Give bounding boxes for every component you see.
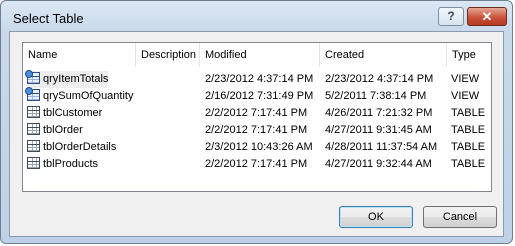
- table-row[interactable]: qryItemTotals 2/23/2012 4:37:14 PM 2/23/20…: [23, 70, 491, 88]
- dialog-body: Name Description Modified Created Type q…: [9, 31, 504, 237]
- table-row[interactable]: tblOrder 2/2/2012 7:17:41 PM 4/27/2011 9:3…: [23, 122, 491, 139]
- row-modified: 2/2/2012 7:17:41 PM: [205, 158, 308, 170]
- table-icon: [27, 106, 40, 118]
- table-row[interactable]: tblProducts 2/2/2012 7:17:41 PM 4/27/2011 …: [23, 156, 491, 173]
- column-header-description[interactable]: Description: [136, 43, 200, 67]
- row-created: 4/26/2011 7:21:32 PM: [325, 107, 433, 119]
- view-icon: [25, 70, 40, 84]
- row-created: 4/27/2011 9:31:45 AM: [325, 124, 432, 136]
- table-row[interactable]: tblCustomer 2/2/2012 7:17:41 PM 4/26/2011 …: [23, 105, 491, 122]
- row-type: TABLE: [451, 124, 486, 136]
- help-button[interactable]: ?: [438, 7, 464, 26]
- table-icon: [27, 123, 40, 135]
- row-type: TABLE: [451, 107, 486, 119]
- table-list[interactable]: Name Description Modified Created Type q…: [22, 42, 492, 192]
- list-header: Name Description Modified Created Type: [23, 43, 491, 68]
- dialog-title: Select Table: [13, 11, 84, 26]
- row-name-cell: tblCustomer: [27, 105, 102, 122]
- select-table-dialog: Select Table ? ✕ Name Description Modifi…: [0, 0, 513, 244]
- row-type: TABLE: [451, 141, 486, 153]
- title-bar[interactable]: Select Table ? ✕: [1, 1, 512, 35]
- row-type: TABLE: [451, 158, 486, 170]
- row-modified: 2/2/2012 7:17:41 PM: [205, 124, 308, 136]
- row-name-cell: qryItemTotals: [25, 70, 109, 88]
- row-name: qrySumOfQuantity: [43, 90, 134, 102]
- row-created: 5/2/2011 7:38:14 PM: [325, 90, 427, 102]
- row-name: tblOrder: [43, 124, 83, 136]
- column-header-name[interactable]: Name: [23, 43, 136, 67]
- row-name-cell: tblProducts: [27, 156, 98, 173]
- row-modified: 2/23/2012 4:37:14 PM: [205, 73, 314, 85]
- row-created: 4/28/2011 11:37:54 AM: [325, 141, 438, 153]
- row-name: qryItemTotals: [43, 73, 109, 85]
- row-modified: 2/3/2012 10:43:26 AM: [205, 141, 313, 153]
- row-type: VIEW: [451, 73, 480, 85]
- row-modified: 2/16/2012 7:31:49 PM: [205, 90, 314, 102]
- row-created: 4/27/2011 9:32:44 AM: [325, 158, 432, 170]
- table-icon: [27, 157, 40, 169]
- row-type: VIEW: [451, 90, 480, 102]
- ok-button[interactable]: OK: [339, 206, 413, 228]
- view-icon: [25, 87, 40, 101]
- column-header-modified[interactable]: Modified: [200, 43, 320, 67]
- column-header-type[interactable]: Type: [447, 43, 491, 67]
- row-created: 2/23/2012 4:37:14 PM: [325, 73, 434, 85]
- row-name-cell: tblOrder: [27, 122, 83, 139]
- table-row[interactable]: tblOrderDetails 2/3/2012 10:43:26 AM 4/28/…: [23, 139, 491, 156]
- cancel-button[interactable]: Cancel: [423, 206, 497, 228]
- row-modified: 2/2/2012 7:17:41 PM: [205, 107, 308, 119]
- row-name: tblCustomer: [43, 107, 103, 119]
- table-row[interactable]: qrySumOfQuantity 2/16/2012 7:31:49 PM 5/2/…: [23, 87, 491, 105]
- column-header-created[interactable]: Created: [320, 43, 447, 67]
- close-button[interactable]: ✕: [467, 7, 507, 26]
- row-name: tblOrderDetails: [43, 141, 117, 153]
- row-name-cell: qrySumOfQuantity: [25, 87, 134, 105]
- row-name-cell: tblOrderDetails: [27, 139, 116, 156]
- row-name: tblProducts: [43, 158, 99, 170]
- table-icon: [27, 140, 40, 152]
